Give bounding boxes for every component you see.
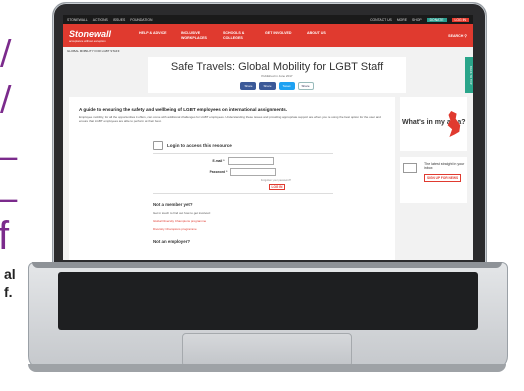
nav-item-workplaces[interactable]: INCLUSIVE WORKPLACES <box>181 31 213 40</box>
logo-tagline: acceptance without exception <box>69 38 106 43</box>
laptop-base-edge <box>28 364 506 372</box>
password-label: Password * <box>209 170 228 174</box>
published-date: Published in June 2017 <box>261 74 293 78</box>
contact-link[interactable]: CONTACT US <box>370 18 392 22</box>
dash-decoration: _ <box>0 163 17 203</box>
envelope-icon <box>403 163 417 173</box>
get-involved-text: Get in touch to find out how to get invo… <box>153 211 211 215</box>
nav-item-help[interactable]: HELP & ADVICE <box>139 31 171 40</box>
email-field[interactable] <box>227 157 274 165</box>
password-field[interactable] <box>230 168 277 176</box>
letter-glyph: f <box>0 214 10 258</box>
stonewall-logo[interactable]: Stonewall acceptance without exception <box>69 29 139 43</box>
share-buttons: Share Share Tweet Share <box>148 82 406 90</box>
forgot-password-link[interactable]: Forgotten your password? <box>153 179 291 182</box>
nav-item-schools[interactable]: SCHOOLS & COLLEGES <box>223 31 255 40</box>
donate-button[interactable]: DONATE <box>426 17 447 22</box>
login-button[interactable]: LOG IN <box>269 184 285 190</box>
main-nav: HELP & ADVICE INCLUSIVE WORKPLACES SCHOO… <box>139 31 339 40</box>
newsletter-card: The latest straight in your inbox SIGN U… <box>400 157 467 203</box>
topbar-item[interactable]: FOUNDATION <box>130 18 152 22</box>
lock-icon <box>153 141 163 150</box>
password-row: Password * <box>153 168 333 176</box>
intro-text: Employee mobility, for all the opportuni… <box>79 115 381 123</box>
login-box: Login to access this resource E-mail * P… <box>153 141 333 244</box>
logo-text: Stonewall <box>69 28 112 39</box>
search-icon: ⚲ <box>464 33 467 38</box>
linkedin-share-button[interactable]: Share <box>259 82 276 90</box>
newsletter-text: The latest straight in your inbox <box>424 162 465 171</box>
nav-item-about[interactable]: ABOUT US <box>307 31 339 40</box>
caption-fragment: f. <box>4 284 13 300</box>
topbar-item[interactable]: STONEWALL <box>67 18 88 22</box>
email-share-button[interactable]: Share <box>297 82 314 90</box>
topbar-item[interactable]: ISSUES <box>113 18 125 22</box>
top-bar: STONEWALL ACTIONS ISSUES FOUNDATION CONT… <box>63 15 473 24</box>
twitter-share-button[interactable]: Tweet <box>278 82 295 90</box>
breadcrumb[interactable]: GLOBAL MOBILITY FOR LGBT STAFF <box>63 47 473 55</box>
programme-link[interactable]: Diversity Champions programme <box>153 227 333 231</box>
guide-heading: A guide to ensuring the safety and wellb… <box>79 107 288 112</box>
divider <box>153 153 333 154</box>
email-row: E-mail * <box>153 157 333 165</box>
divider <box>153 193 333 194</box>
not-member-heading: Not a member yet? <box>153 202 193 207</box>
dash-decoration: _ <box>0 121 17 161</box>
laptop-trackpad <box>182 333 352 367</box>
search-link[interactable]: SEARCH ⚲ <box>448 34 467 38</box>
laptop-hinge <box>32 262 502 268</box>
main-content: A guide to ensuring the safety and wellb… <box>69 97 395 260</box>
not-employer-heading: Not an employer? <box>153 239 191 244</box>
nav-item-involved[interactable]: GET INVOLVED <box>265 31 297 40</box>
slash-decoration: / <box>0 79 12 119</box>
hero-panel: Safe Travels: Global Mobility for LGBT S… <box>148 57 406 93</box>
caption-fragment: al <box>4 266 16 282</box>
area-card[interactable]: What's in my area? <box>400 97 467 151</box>
more-link[interactable]: MORE <box>397 18 407 22</box>
signup-button[interactable]: SIGN UP FOR NEWS <box>424 174 462 182</box>
site-header: Stonewall acceptance without exception H… <box>63 24 473 47</box>
programme-link[interactable]: Global Diversity Champions programme <box>153 219 333 223</box>
topbar-item[interactable]: ACTIONS <box>93 18 108 22</box>
page-title: Safe Travels: Global Mobility for LGBT S… <box>170 61 384 73</box>
sidebar: What's in my area? The latest straight i… <box>400 97 467 260</box>
login-title: Login to access this resource <box>153 141 333 150</box>
slash-decoration: / <box>0 33 12 73</box>
login-top-button[interactable]: LOG IN <box>451 17 469 22</box>
side-tab[interactable]: BACK TO TOP <box>465 57 473 93</box>
facebook-share-button[interactable]: Share <box>240 82 257 90</box>
laptop-keyboard <box>58 272 478 330</box>
shop-link[interactable]: SHOP <box>412 18 422 22</box>
email-label: E-mail * <box>212 159 225 163</box>
laptop-screen: STONEWALL ACTIONS ISSUES FOUNDATION CONT… <box>63 15 473 260</box>
